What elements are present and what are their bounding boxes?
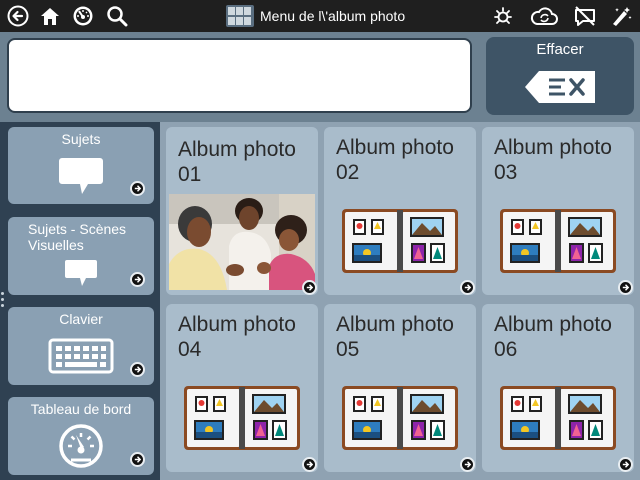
photo-album-icon: [500, 209, 616, 278]
sidebar-item-label: Sujets - Scènes Visuelles: [28, 221, 127, 253]
arrow-right-icon: [130, 181, 145, 196]
edit-magic-icon[interactable]: [608, 3, 634, 29]
arrow-right-icon: [302, 457, 317, 472]
photo-album-icon: [342, 209, 458, 278]
family-photo: [169, 194, 315, 290]
gauge-icon: [59, 424, 103, 468]
speech-bubble-icon: [59, 158, 103, 194]
arrow-right-icon: [460, 457, 475, 472]
arrow-right-icon: [302, 280, 317, 295]
search-icon[interactable]: [104, 3, 130, 29]
brightness-icon[interactable]: [490, 3, 516, 29]
top-toolbar: Menu de l\'album photo: [0, 0, 640, 32]
album-tile-03[interactable]: Album photo 03: [482, 127, 634, 295]
dashboard-icon[interactable]: [70, 3, 96, 29]
arrow-right-icon: [618, 457, 633, 472]
sidebar-item-label: Tableau de bord: [30, 401, 132, 417]
cloud-sync-icon[interactable]: [528, 3, 560, 29]
page-indicator-dots: [1, 292, 5, 310]
photo-album-icon: [500, 386, 616, 455]
back-icon[interactable]: [5, 3, 31, 29]
sidebar-item-label: Sujets: [61, 131, 101, 147]
arrow-right-icon: [618, 280, 633, 295]
arrow-right-icon: [130, 272, 145, 287]
sidebar-item-tableau-de-bord[interactable]: Tableau de bord: [8, 397, 154, 475]
arrow-right-icon: [460, 280, 475, 295]
arrow-right-icon: [130, 362, 145, 377]
keyboard-icon: [48, 338, 114, 374]
sidebar-item-label: Clavier: [59, 311, 103, 327]
album-tile-05[interactable]: Album photo 05: [324, 304, 476, 472]
photo-album-icon: [184, 386, 300, 455]
home-icon[interactable]: [37, 3, 63, 29]
message-window[interactable]: [7, 38, 472, 113]
album-tile-06[interactable]: Album photo 06: [482, 304, 634, 472]
photo-album-icon: [342, 386, 458, 455]
album-tile-04[interactable]: Album photo 04: [166, 304, 318, 472]
sidebar-item-sujets[interactable]: Sujets: [8, 127, 154, 204]
album-label: Album photo 03: [494, 136, 612, 184]
speech-off-icon[interactable]: [572, 3, 598, 29]
backspace-icon: [525, 71, 595, 103]
album-label: Album photo 02: [336, 136, 454, 184]
album-label: Album photo 05: [336, 313, 454, 361]
album-menu-icon: [226, 5, 254, 27]
window-title: Menu de l\'album photo: [226, 4, 405, 28]
arrow-right-icon: [130, 452, 145, 467]
album-label: Album photo 01: [178, 138, 296, 186]
clear-button[interactable]: Effacer: [486, 37, 634, 115]
speech-bubble-small-icon: [65, 260, 97, 286]
sidebar-item-clavier[interactable]: Clavier: [8, 307, 154, 385]
album-label: Album photo 04: [178, 313, 296, 361]
clear-button-label: Effacer: [536, 41, 584, 58]
album-label: Album photo 06: [494, 313, 612, 361]
album-tile-01[interactable]: Album photo 01: [166, 127, 318, 295]
window-title-text: Menu de l\'album photo: [260, 8, 406, 24]
sidebar-item-sujets-scenes-visuelles[interactable]: Sujets - Scènes Visuelles: [8, 217, 154, 295]
album-tile-02[interactable]: Album photo 02: [324, 127, 476, 295]
